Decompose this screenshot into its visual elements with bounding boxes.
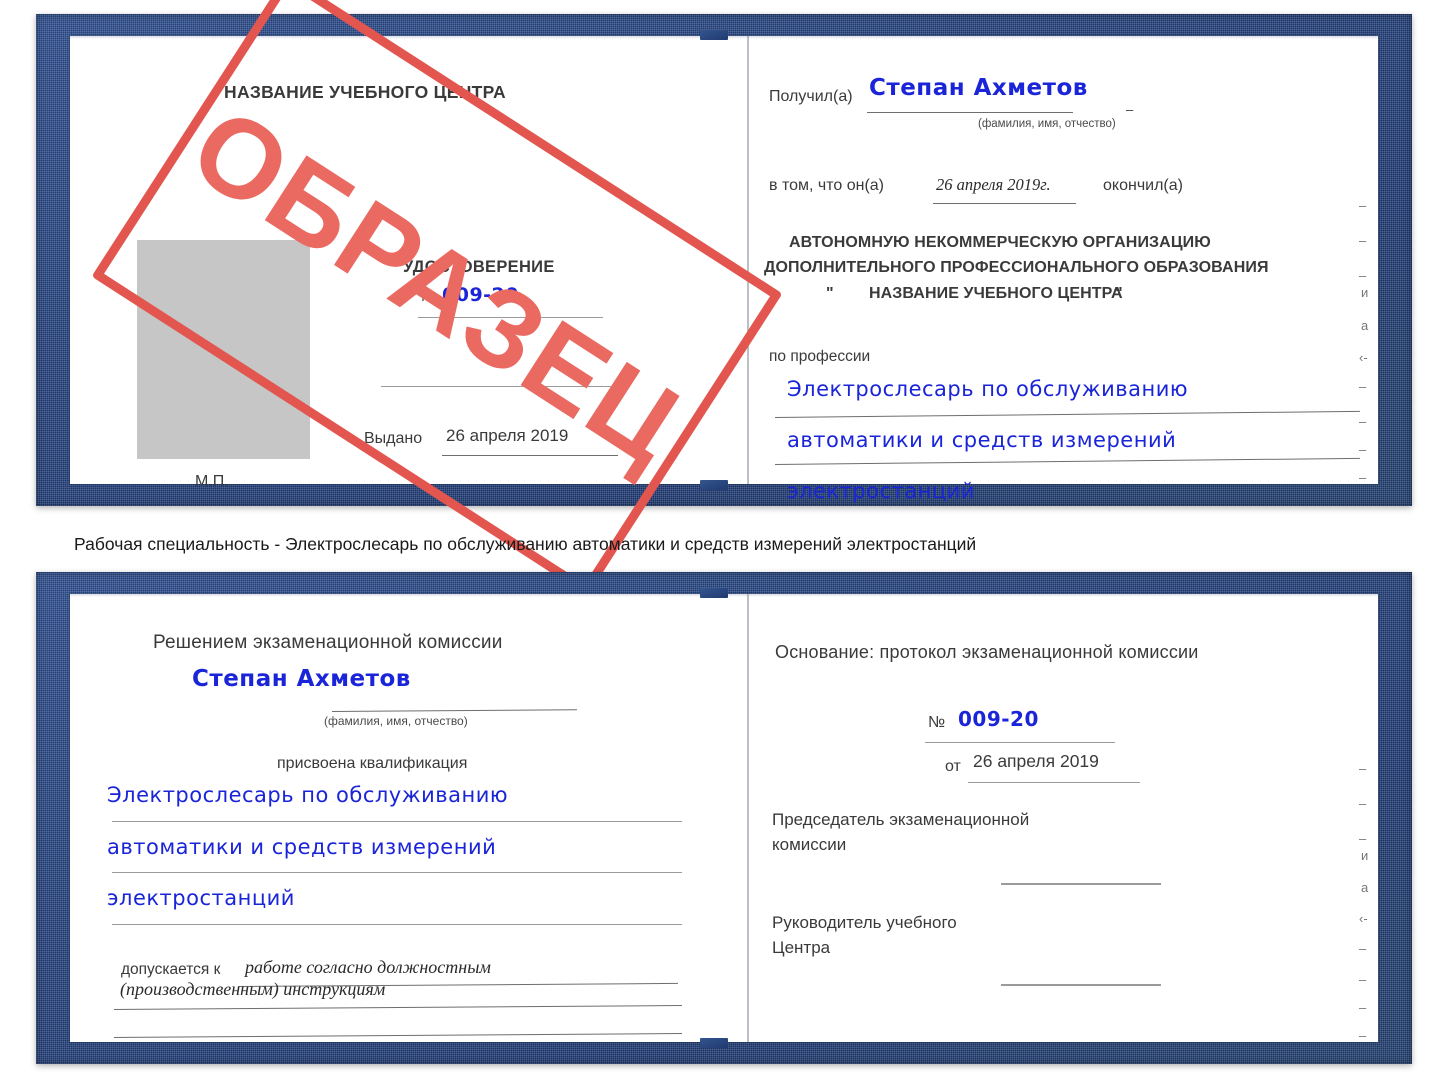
qualification-label: присвоена квалификация <box>277 755 468 772</box>
profession-line-1: Электрослесарь по обслуживанию <box>787 377 1189 401</box>
book-spine-bottom <box>747 594 749 1042</box>
qualification-line-3: электростанций <box>107 886 295 910</box>
margin-mark: – <box>1359 268 1367 283</box>
protocol-number-value: 009-20 <box>958 707 1039 731</box>
pages-top: НАЗВАНИЕ УЧЕБНОГО ЦЕНТРА УДОСТОВЕРЕНИЕ №… <box>70 36 1378 503</box>
qualification-line-2: автоматики и средств измерений <box>107 835 497 859</box>
profession-line-3: электростанций <box>787 479 975 503</box>
margin-mark: – <box>1359 831 1367 846</box>
received-rule <box>867 112 1073 113</box>
pages-bottom: Решением экзаменационной комиссии Степан… <box>70 594 1378 1043</box>
margin-mark: – <box>1359 1028 1367 1043</box>
margin-mark: ‹- <box>1359 911 1368 926</box>
org-quote-close: " <box>1115 285 1123 302</box>
margin-mark: – <box>1359 470 1367 485</box>
admitted-line-1: работе согласно должностным <box>245 957 491 977</box>
margin-mark: – <box>1359 442 1367 457</box>
margin-mark: – <box>1359 761 1367 776</box>
admitted-label: допускается к <box>121 961 221 978</box>
org-quote-open: " <box>826 285 834 302</box>
org-title: НАЗВАНИЕ УЧЕБНОГО ЦЕНТРА <box>224 82 506 102</box>
photo-placeholder <box>137 240 310 459</box>
number-value: 009-20 <box>442 284 519 306</box>
margin-mark: а <box>1361 880 1369 895</box>
spine-tab-top-2 <box>700 588 728 598</box>
head-line-2: Центра <box>772 938 831 957</box>
margin-mark: – <box>1359 414 1367 429</box>
profession-label: по профессии <box>769 348 871 365</box>
margin-mark: – <box>1359 1000 1367 1015</box>
in-that-rule <box>933 203 1076 204</box>
document-type: УДОСТОВЕРЕНИЕ <box>403 258 555 276</box>
margin-mark: а <box>1361 318 1369 333</box>
admitted-line-2: (производственным) инструкциям <box>120 979 386 999</box>
bottom-left-page: Решением экзаменационной комиссии Степан… <box>70 594 747 1042</box>
name-hint: (фамилия, имя, отчество) <box>978 118 1116 130</box>
seal-label: М.П. <box>195 473 229 490</box>
profession-rule-1 <box>774 410 1360 418</box>
profession-rule-2 <box>774 457 1360 465</box>
protocol-date-label: от <box>945 758 961 775</box>
org-line-1: АВТОНОМНУЮ НЕКОММЕРЧЕСКУЮ ОРГАНИЗАЦИЮ <box>789 234 1211 251</box>
blank-rule-mid <box>381 386 629 387</box>
spine-tab-top <box>700 30 728 40</box>
protocol-number-rule <box>925 742 1115 743</box>
protocol-date-rule <box>968 782 1140 783</box>
qualification-rule-2 <box>112 872 682 873</box>
qualification-rule-1 <box>112 821 682 822</box>
certificate-bottom: Решением экзаменационной комиссии Степан… <box>36 572 1412 1064</box>
admitted-rule-3 <box>113 1033 682 1038</box>
margin-mark: и <box>1361 848 1369 863</box>
decision-name-hint: (фамилия, имя, отчество) <box>324 714 468 728</box>
bottom-right-margin-marks: – – – и а ‹- – – – – <box>1325 594 1375 1043</box>
bottom-right-page: Основание: протокол экзаменационной коми… <box>751 594 1378 1042</box>
margin-mark: – <box>1359 379 1367 394</box>
qualification-line-1: Электрослесарь по обслуживанию <box>107 783 509 807</box>
protocol-date-value: 26 апреля 2019 <box>973 751 1099 771</box>
spine-tab-bottom <box>700 480 728 490</box>
basis-label: Основание: протокол экзаменационной коми… <box>775 642 1199 662</box>
top-right-page: Получил(а) Степан Ахметов (фамилия, имя,… <box>751 36 1378 503</box>
chairman-line-1: Председатель экзаменационной <box>772 810 1030 829</box>
margin-mark: – <box>1359 941 1367 956</box>
margin-mark: – <box>1359 233 1367 248</box>
spine-tab-bottom-2 <box>700 1038 728 1048</box>
issued-label: Выдано <box>364 430 423 447</box>
received-value: Степан Ахметов <box>869 75 1088 101</box>
profession-line-2: автоматики и средств измерений <box>787 428 1177 452</box>
number-label: № <box>421 288 438 305</box>
certificate-top: НАЗВАНИЕ УЧЕБНОГО ЦЕНТРА УДОСТОВЕРЕНИЕ №… <box>36 14 1412 506</box>
head-signature-rule <box>1001 984 1161 986</box>
org-line-2: ДОПОЛНИТЕЛЬНОГО ПРОФЕССИОНАЛЬНОГО ОБРАЗО… <box>764 259 1269 276</box>
protocol-number-label: № <box>928 714 946 731</box>
margin-mark: – <box>1359 198 1367 213</box>
chairman-line-2: комиссии <box>772 835 847 854</box>
received-label: Получил(а) <box>769 88 853 105</box>
decision-label: Решением экзаменационной комиссии <box>153 632 503 653</box>
head-line-1: Руководитель учебного <box>772 913 957 932</box>
graduated-label: окончил(а) <box>1103 177 1183 194</box>
admitted-rule-2 <box>113 1005 682 1010</box>
top-left-page: НАЗВАНИЕ УЧЕБНОГО ЦЕНТРА УДОСТОВЕРЕНИЕ №… <box>70 36 747 490</box>
margin-mark: – <box>1359 972 1367 987</box>
page-caption: Рабочая специальность - Электрослесарь п… <box>74 534 977 554</box>
margin-mark: и <box>1361 285 1369 300</box>
issued-value: 26 апреля 2019 <box>446 426 569 445</box>
issued-rule <box>442 455 618 456</box>
margin-mark: ‹- <box>1359 350 1368 365</box>
decision-name-value: Степан Ахметов <box>192 666 411 692</box>
in-that-label: в том, что он(а) <box>769 177 884 194</box>
decision-name-rule <box>331 709 577 712</box>
number-rule <box>418 317 603 318</box>
org-line-3: НАЗВАНИЕ УЧЕБНОГО ЦЕНТРА <box>869 285 1123 302</box>
top-right-margin-marks: – – – и а ‹- – – – – <box>1325 36 1375 485</box>
received-dash: – <box>1126 102 1134 117</box>
in-that-value: 26 апреля 2019г. <box>936 175 1051 194</box>
book-spine-top <box>747 36 749 484</box>
qualification-rule-3 <box>112 924 682 925</box>
chairman-signature-rule <box>1001 883 1161 885</box>
margin-mark: – <box>1359 796 1367 811</box>
